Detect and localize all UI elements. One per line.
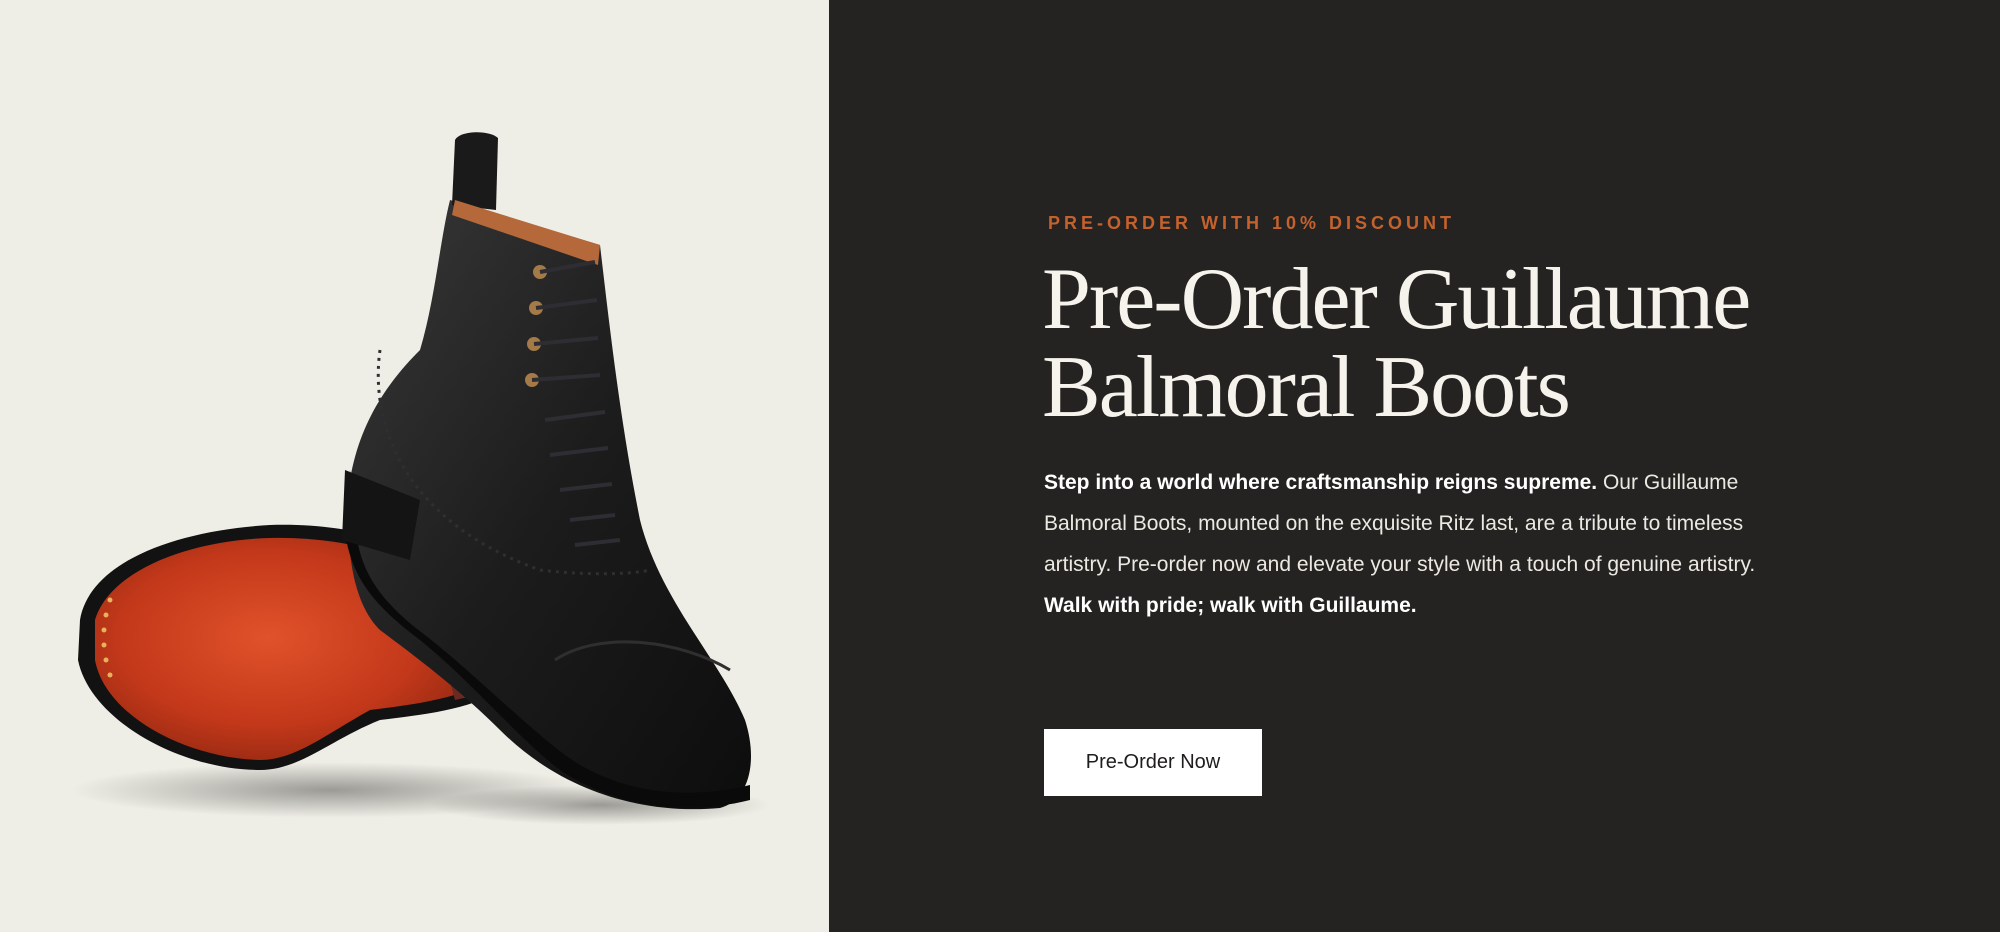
description-outro: Walk with pride; walk with Guillaume. [1044, 594, 1417, 617]
discount-eyebrow: PRE-ORDER WITH 10% DISCOUNT [1048, 213, 1456, 233]
page-title: Pre-Order Guillaume Balmoral Boots [1042, 256, 1784, 432]
product-description: Step into a world where craftsmanship re… [1044, 462, 1779, 626]
content-panel: PRE-ORDER WITH 10% DISCOUNT Pre-Order Gu… [829, 0, 2000, 932]
hero-content: PRE-ORDER WITH 10% DISCOUNT Pre-Order Gu… [1042, 213, 1784, 796]
product-image-panel [0, 0, 829, 932]
pre-order-button[interactable]: Pre-Order Now [1044, 729, 1262, 796]
headline-line-2: Balmoral Boots [1042, 339, 1571, 436]
boot-product-image [70, 132, 770, 825]
description-intro: Step into a world where craftsmanship re… [1044, 471, 1598, 494]
headline-line-1: Pre-Order Guillaume [1042, 251, 1751, 348]
hero-section: PRE-ORDER WITH 10% DISCOUNT Pre-Order Gu… [0, 0, 2000, 932]
